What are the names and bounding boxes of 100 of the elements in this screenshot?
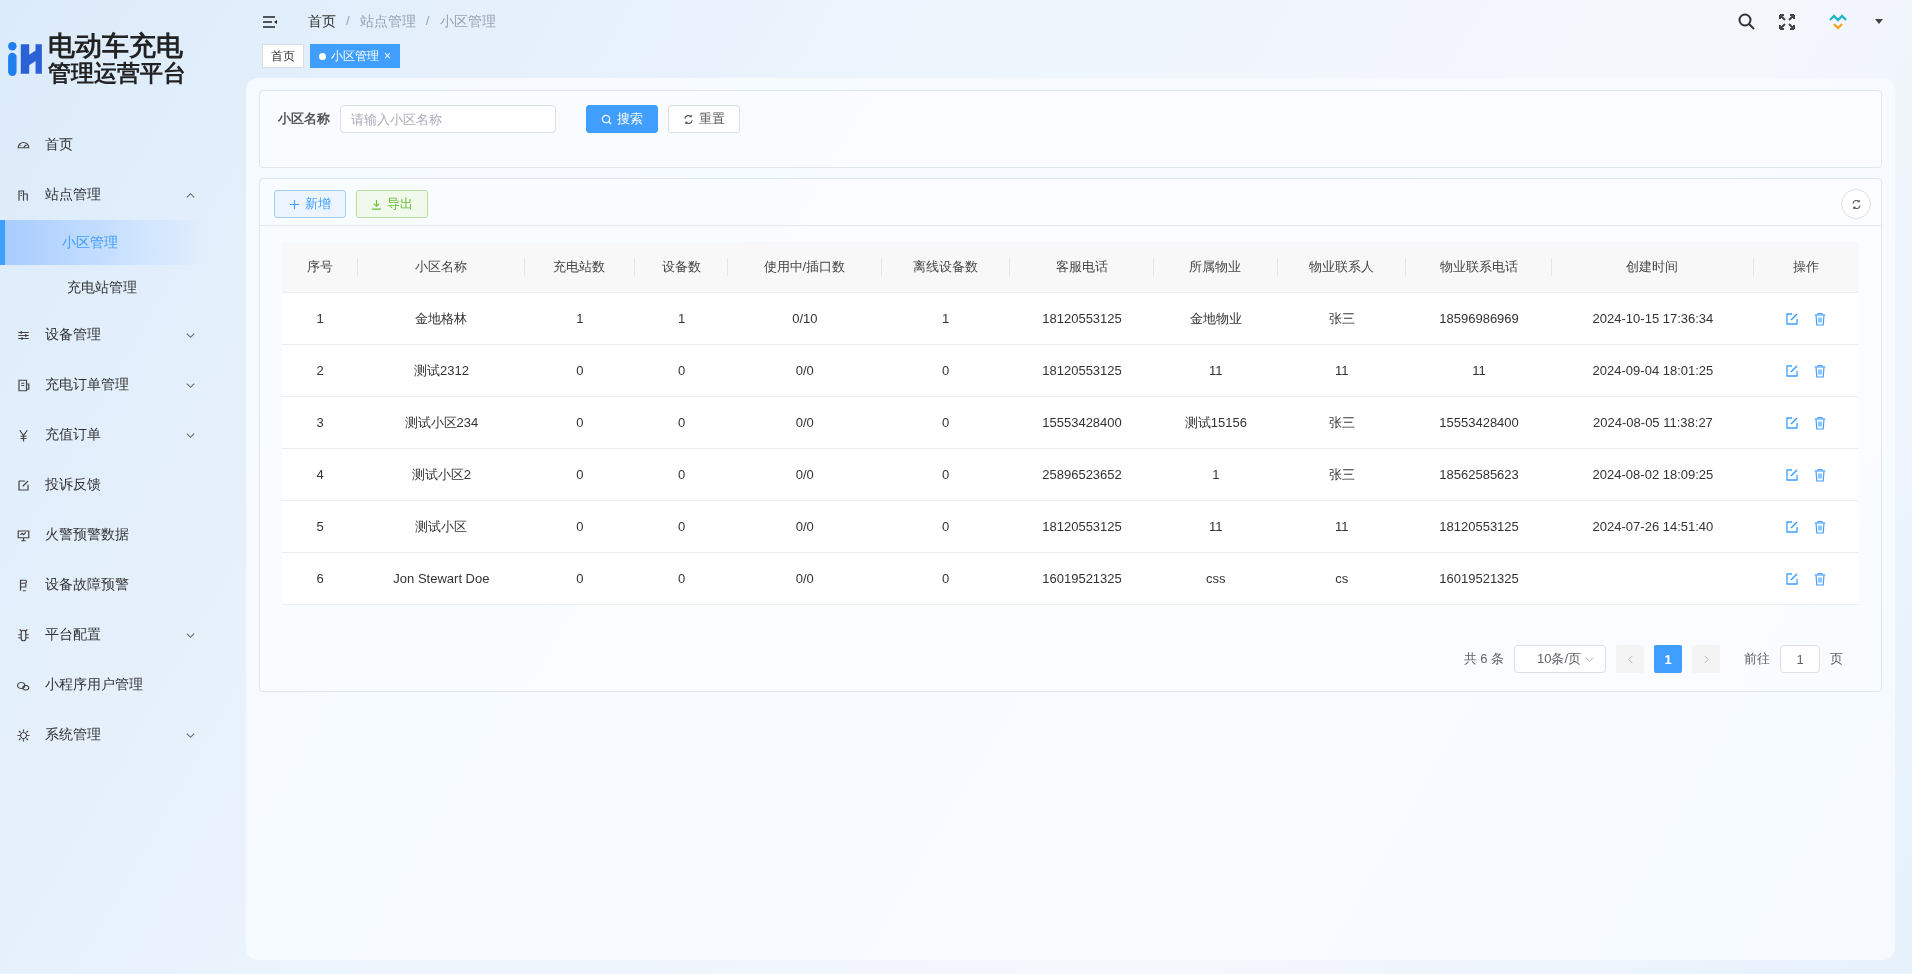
dropdown-caret-icon[interactable] <box>1875 19 1883 25</box>
column-header: 客服电话 <box>1009 258 1155 276</box>
sidebar-item[interactable]: 投诉反馈 <box>0 460 248 510</box>
delete-icon[interactable] <box>1813 519 1828 534</box>
column-header: 设备数 <box>634 258 729 276</box>
table-cell: 18596986969 <box>1439 311 1519 326</box>
breadcrumb-separator: / <box>346 13 350 30</box>
table-cell: 2024-08-02 18:09:25 <box>1592 467 1714 482</box>
table-cell: 0/0 <box>795 415 814 430</box>
delete-icon[interactable] <box>1813 415 1828 430</box>
page-size-select[interactable]: 10条/页 <box>1514 645 1606 673</box>
table-cell: 金地物业 <box>1189 310 1242 326</box>
column-header: 使用中/插口数 <box>728 258 882 276</box>
table-cell: 0 <box>576 415 584 430</box>
table-cell: 0 <box>942 415 950 430</box>
total-count: 共 6 条 <box>1463 650 1504 668</box>
breadcrumb-separator: / <box>425 13 430 30</box>
table-cell: 测试小区2 <box>411 466 471 482</box>
breadcrumb-item: 小区管理 <box>439 13 496 31</box>
page-input[interactable]: 1 <box>1780 645 1820 673</box>
table-cell: 18120553125 <box>1042 519 1122 534</box>
refresh-button[interactable] <box>1841 189 1871 219</box>
edit-icon[interactable] <box>1785 571 1800 586</box>
plus-icon <box>289 198 300 210</box>
dot-icon <box>319 52 326 60</box>
column-header: 物业联系电话 <box>1405 258 1553 276</box>
sidebar-item[interactable]: 充电订单管理 <box>0 360 248 410</box>
table-cell: 测试2312 <box>413 362 469 378</box>
column-header: 充电站数 <box>524 258 635 276</box>
sidebar-item[interactable]: 设备故障预警 <box>0 560 248 610</box>
column-header: 创建时间 <box>1552 258 1754 276</box>
column-header: 所属物业 <box>1154 258 1278 276</box>
table-cell: 18562585623 <box>1439 467 1519 482</box>
table-cell: 2 <box>316 363 324 378</box>
breadcrumb-item[interactable]: 首页 <box>308 13 336 31</box>
column-header: 物业联系人 <box>1277 258 1406 276</box>
table-cell: 15553428400 <box>1439 415 1519 430</box>
table-cell: 18120553125 <box>1439 519 1519 534</box>
refresh-icon <box>683 113 694 125</box>
table-cell: 0 <box>576 571 584 586</box>
table-cell: 0 <box>677 415 686 430</box>
reset-button[interactable]: 重置 <box>668 105 740 133</box>
table-cell: 0/0 <box>795 363 814 378</box>
search-icon[interactable] <box>1737 12 1757 32</box>
sidebar-item[interactable]: 系统管理 <box>0 710 248 760</box>
sidebar-item[interactable]: 站点管理 <box>0 170 248 220</box>
fullscreen-icon[interactable] <box>1777 12 1797 32</box>
delete-icon[interactable] <box>1813 363 1828 378</box>
edit-icon[interactable] <box>1785 363 1800 378</box>
download-icon <box>371 198 382 210</box>
breadcrumb-item: 站点管理 <box>359 13 416 31</box>
table-cell: cs <box>1335 571 1349 586</box>
table-cell: 2024-07-26 14:51:40 <box>1592 519 1714 534</box>
tab[interactable]: 首页 <box>262 44 304 68</box>
table-cell: 张三 <box>1328 310 1355 326</box>
table-cell: 张三 <box>1328 414 1355 430</box>
table-cell: 0 <box>942 571 950 586</box>
edit-icon[interactable] <box>1785 467 1800 482</box>
table-cell: 6 <box>316 571 324 586</box>
table-cell: 0 <box>677 467 686 482</box>
sidebar-item[interactable]: 充值订单 <box>0 410 248 460</box>
table-cell: 15553428400 <box>1042 415 1122 430</box>
sidebar-item[interactable]: 设备管理 <box>0 310 248 360</box>
search-field[interactable]: 请输入小区名称 <box>340 105 556 133</box>
delete-icon[interactable] <box>1813 467 1828 482</box>
table-cell: 测试小区 <box>415 518 468 534</box>
chevron-right-icon <box>1702 654 1710 664</box>
table-cell: 0 <box>677 571 686 586</box>
edit-icon[interactable] <box>1785 519 1800 534</box>
table-cell: 0/0 <box>795 571 814 586</box>
table-cell: 11 <box>1209 363 1223 378</box>
column-header: 离线设备数 <box>881 258 1010 276</box>
table-cell: 18120553125 <box>1042 311 1122 326</box>
sidebar-item[interactable]: 首页 <box>0 120 248 170</box>
app-subtitle: 管理运营平台 <box>48 61 186 87</box>
table-cell: 0/0 <box>795 467 814 482</box>
table-cell: 0 <box>576 519 584 534</box>
sidebar-item[interactable]: 小程序用户管理 <box>0 660 248 710</box>
table-cell: css <box>1206 571 1226 586</box>
submenu-item[interactable]: 充电站管理 <box>0 265 215 310</box>
avatar-logo-icon[interactable] <box>1827 12 1849 32</box>
sidebar-item[interactable]: 平台配置 <box>0 610 248 660</box>
column-header: 操作 <box>1792 258 1821 276</box>
sidebar-item[interactable]: 火警预警数据 <box>0 510 248 560</box>
edit-icon[interactable] <box>1785 311 1800 326</box>
delete-icon[interactable] <box>1813 571 1828 586</box>
edit-icon[interactable] <box>1785 415 1800 430</box>
table-cell: 测试小区234 <box>404 414 479 430</box>
table-cell: 11 <box>1209 519 1223 534</box>
table-cell: 5 <box>316 519 324 534</box>
table-cell: 0 <box>677 519 686 534</box>
table-cell: 测试15156 <box>1184 414 1247 430</box>
table-cell: 11 <box>1334 519 1349 534</box>
column-header: 序号 <box>282 258 359 276</box>
table-cell: 1 <box>576 311 584 326</box>
table-cell: 0 <box>942 363 950 378</box>
table-cell: 0/10 <box>792 311 818 326</box>
table-cell: Jon Stewart Doe <box>393 571 490 586</box>
table-cell: 1 <box>1212 467 1220 482</box>
delete-icon[interactable] <box>1813 311 1828 326</box>
